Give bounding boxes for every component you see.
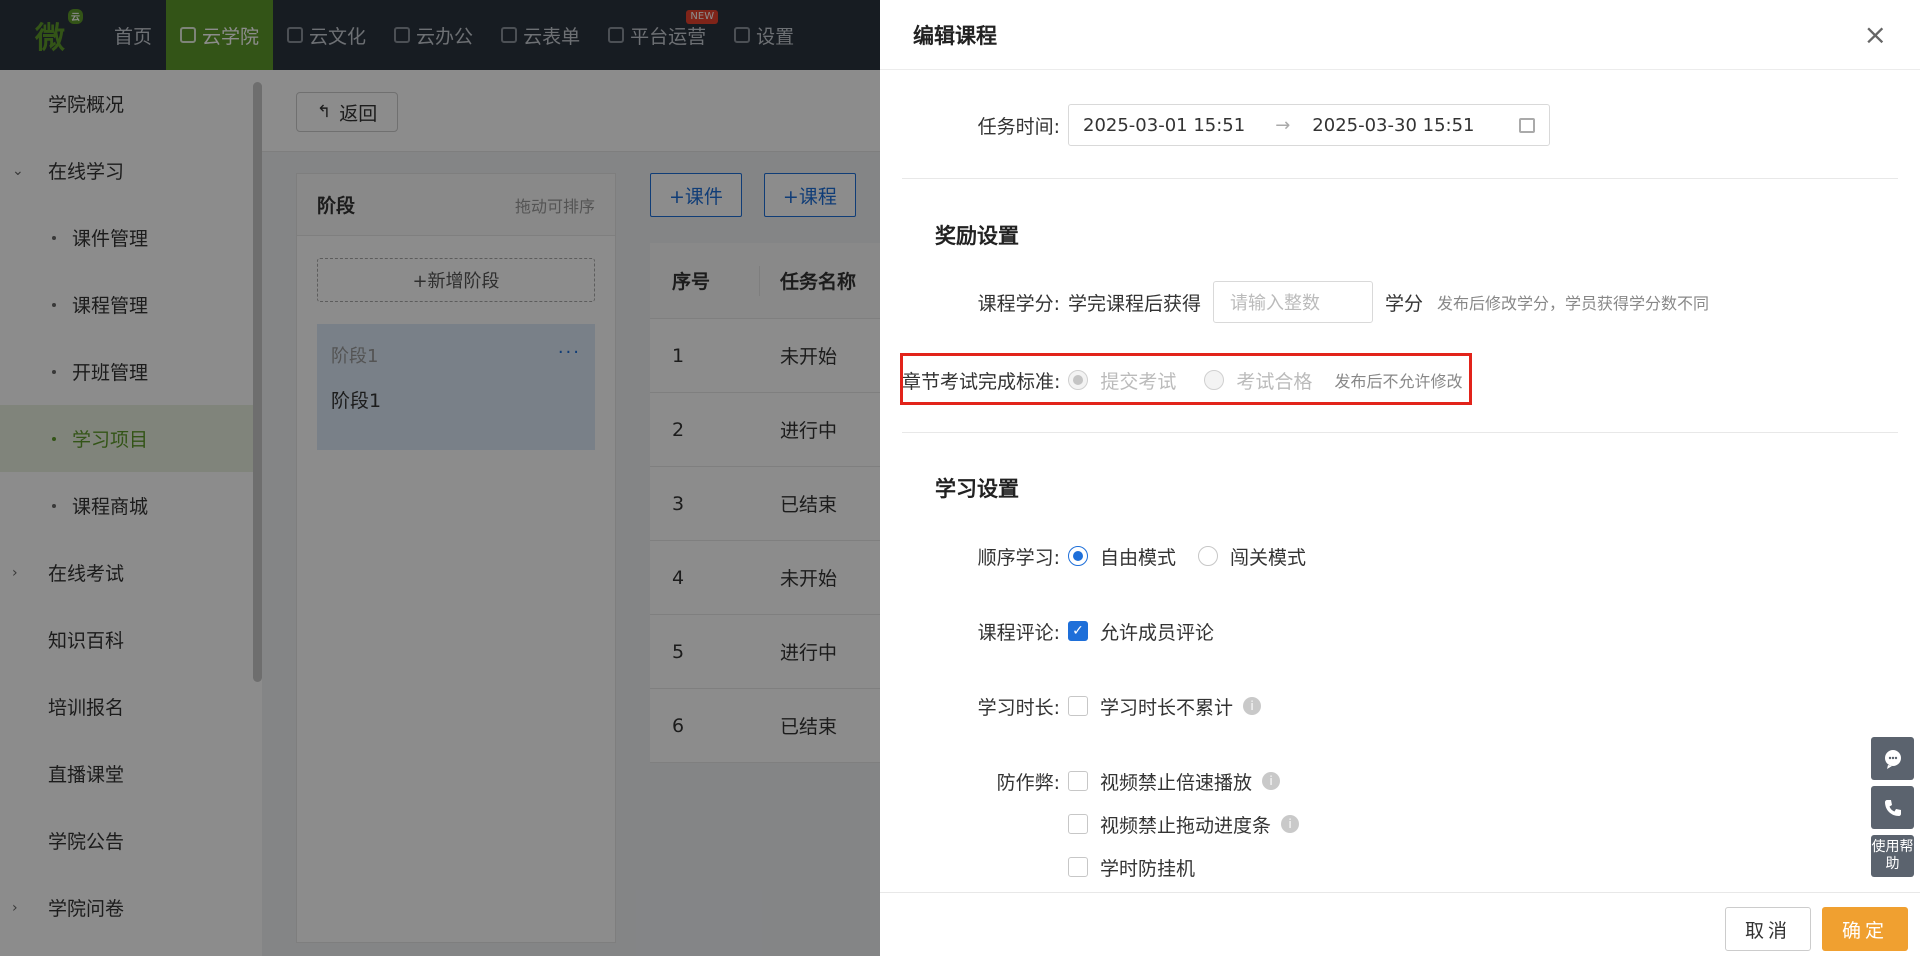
info-icon[interactable]: i [1281, 815, 1300, 833]
drawer-footer: 取消 确定 [880, 892, 1920, 956]
close-icon[interactable]: × [1864, 20, 1887, 49]
info-icon[interactable]: i [1243, 697, 1262, 715]
end-date[interactable]: 2025-03-30 15:51 [1312, 115, 1474, 136]
radio-free-mode[interactable] [1068, 546, 1088, 566]
study-section-title: 学习设置 [935, 477, 1019, 501]
range-arrow-icon: → [1275, 114, 1291, 136]
credit-placeholder: 请输入整数 [1230, 293, 1321, 314]
credit-input[interactable]: 请输入整数 [1213, 281, 1374, 323]
option-level-mode: 闯关模式 [1230, 546, 1307, 569]
anticheat-label: 防作弊: [996, 771, 1060, 794]
checkbox-allow-comment[interactable]: ✓ [1068, 621, 1088, 641]
credit-hint: 发布后修改学分，学员获得学分数不同 [1437, 294, 1710, 313]
option-no-drag-progress: 视频禁止拖动进度条 [1100, 814, 1272, 837]
credit-unit: 学分 [1385, 292, 1424, 315]
info-icon[interactable]: i [1262, 772, 1281, 790]
checkbox-no-speed-play[interactable] [1068, 771, 1088, 791]
option-no-speed-play: 视频禁止倍速播放 [1100, 771, 1253, 794]
option-free-mode: 自由模式 [1100, 546, 1177, 569]
checkbox-no-drag-progress[interactable] [1068, 814, 1088, 834]
phone-icon[interactable] [1871, 786, 1914, 829]
calendar-icon[interactable] [1519, 117, 1535, 133]
divider [902, 432, 1898, 433]
radio-level-mode[interactable] [1198, 546, 1219, 566]
drawer-header: 编辑课程 × [880, 0, 1920, 70]
order-study-label: 顺序学习: [977, 546, 1060, 569]
checkbox-anti-idle[interactable] [1068, 857, 1088, 877]
checkbox-duration-no-accumulate[interactable] [1068, 696, 1088, 716]
option-allow-comment: 允许成员评论 [1100, 621, 1215, 644]
help-button[interactable]: 使用帮助 [1871, 835, 1914, 877]
edit-course-drawer: 编辑课程 × 任务时间: 2025-03-01 15:51 → 2025-03-… [880, 0, 1920, 956]
reward-section-title: 奖励设置 [935, 224, 1019, 248]
comment-label: 课程评论: [977, 621, 1060, 644]
drawer-title: 编辑课程 [913, 23, 997, 48]
cancel-button[interactable]: 取消 [1725, 907, 1811, 951]
task-time-label: 任务时间: [977, 115, 1060, 138]
task-time-range-picker[interactable]: 2025-03-01 15:51 → 2025-03-30 15:51 [1068, 104, 1550, 146]
confirm-button[interactable]: 确定 [1822, 907, 1908, 951]
duration-label: 学习时长: [977, 696, 1060, 719]
modal-overlay[interactable] [0, 0, 880, 956]
course-credit-label: 课程学分: [977, 292, 1060, 315]
chat-icon[interactable] [1871, 737, 1914, 780]
option-duration-no-accumulate: 学习时长不累计 [1100, 696, 1234, 719]
option-anti-idle: 学时防挂机 [1100, 857, 1196, 880]
drawer-body: 任务时间: 2025-03-01 15:51 → 2025-03-30 15:5… [880, 70, 1920, 892]
start-date[interactable]: 2025-03-01 15:51 [1083, 115, 1245, 136]
highlight-box [900, 353, 1472, 405]
credit-prefix: 学完课程后获得 [1068, 292, 1202, 315]
divider [902, 178, 1898, 179]
